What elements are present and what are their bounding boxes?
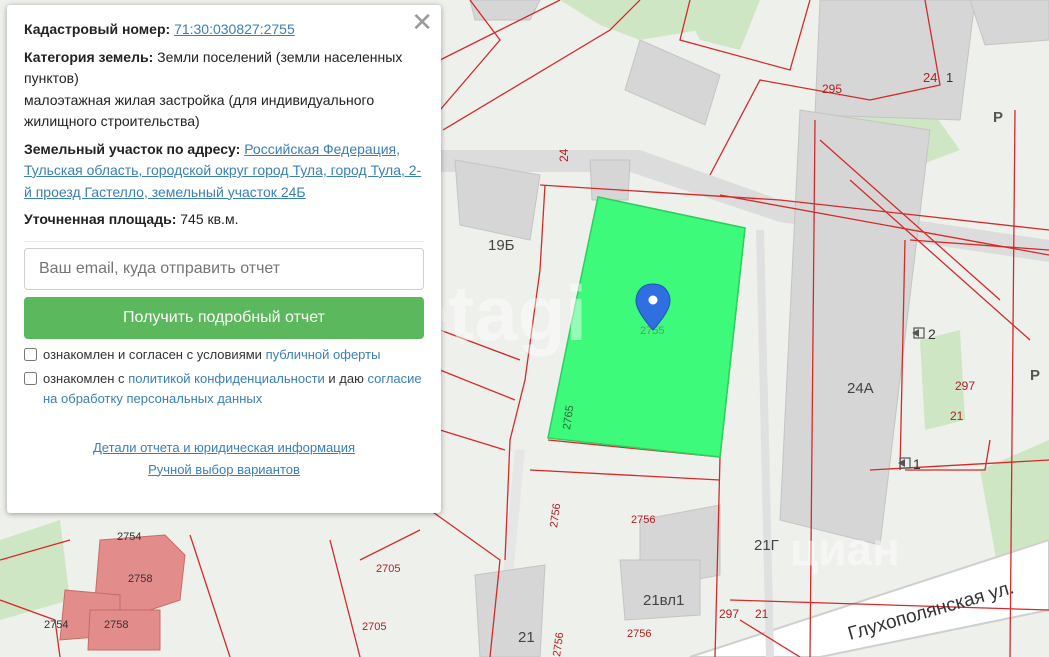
label-2756-b: 2756 — [631, 514, 655, 526]
offer-consent-checkbox[interactable] — [24, 347, 37, 361]
parcel-info-popup: ✕ Кадастровый номер: 71:30:030827:2755 К… — [7, 5, 441, 513]
popup-footer: Детали отчета и юридическая информация Р… — [24, 437, 424, 481]
label-297-b: 297 — [719, 607, 739, 621]
address-label: Земельный участок по адресу: — [24, 140, 241, 157]
label-21: 21 — [518, 629, 535, 646]
privacy-policy-link[interactable]: политикой конфиденциальности — [128, 371, 325, 386]
land-usage-value: малоэтажная жилая застройка (для индивид… — [24, 91, 375, 130]
offer-consent-text: ознакомлен и согласен с условиями публич… — [43, 346, 381, 362]
area-label: Уточненная площадь: — [24, 211, 177, 227]
privacy-consent-checkbox[interactable] — [24, 371, 37, 385]
manual-selection-link[interactable]: Ручной выбор вариантов — [24, 459, 424, 481]
label-24a: 24А — [847, 380, 874, 397]
report-details-link[interactable]: Детали отчета и юридическая информация — [24, 437, 424, 459]
privacy-consent-row: ознакомлен с политикой конфиденциальност… — [24, 369, 424, 409]
cadastral-number-link[interactable]: 71:30:030827:2755 — [174, 21, 295, 37]
label-21g: 21Г — [754, 537, 779, 554]
address-row: Земельный участок по адресу: Российская … — [24, 139, 424, 204]
offer-consent-row: ознакомлен и согласен с условиями публич… — [24, 345, 424, 365]
label-24-road: 24 — [557, 148, 571, 162]
label-entrance-1: 1 — [913, 456, 921, 472]
label-2754-a: 2754 — [117, 531, 141, 543]
close-icon[interactable]: ✕ — [411, 8, 433, 36]
area-value: 745 кв.м. — [180, 211, 239, 227]
label-24-top: 24 — [923, 70, 937, 85]
land-category-row: Категория земель: Земли поселений (земли… — [24, 47, 424, 133]
public-offer-link[interactable]: публичной оферты — [266, 347, 381, 362]
label-entrance-2: 2 — [928, 326, 936, 342]
label-2758-b: 2758 — [104, 619, 128, 631]
land-category-label: Категория земель: — [24, 48, 154, 65]
label-21-a: 21 — [950, 409, 964, 423]
label-297-a: 297 — [955, 379, 975, 393]
label-2758-a: 2758 — [128, 573, 152, 585]
label-2754-b: 2754 — [44, 619, 68, 631]
cadastral-number-row: Кадастровый номер: 71:30:030827:2755 — [24, 19, 424, 41]
cadastral-number-label: Кадастровый номер: — [24, 21, 171, 37]
label-2705-b: 2705 — [362, 621, 386, 633]
label-21vl1: 21вл1 — [643, 592, 684, 609]
label-2756-c: 2756 — [627, 628, 651, 640]
email-input[interactable] — [24, 247, 424, 290]
label-1-top: 1 — [946, 70, 953, 85]
get-report-button[interactable]: Получить подробный отчет — [24, 296, 424, 339]
label-295: 295 — [822, 82, 842, 96]
divider — [24, 240, 424, 242]
label-19b: 19Б — [488, 237, 515, 254]
label-r1: Р — [993, 109, 1003, 126]
label-21-b: 21 — [755, 607, 769, 621]
area-row: Уточненная площадь: 745 кв.м. — [24, 209, 424, 231]
privacy-consent-text: ознакомлен с политикой конфиденциальност… — [43, 370, 422, 406]
label-2705-a: 2705 — [376, 563, 400, 575]
map-watermark-2: циан — [790, 523, 900, 575]
label-r2: Р — [1030, 367, 1040, 384]
